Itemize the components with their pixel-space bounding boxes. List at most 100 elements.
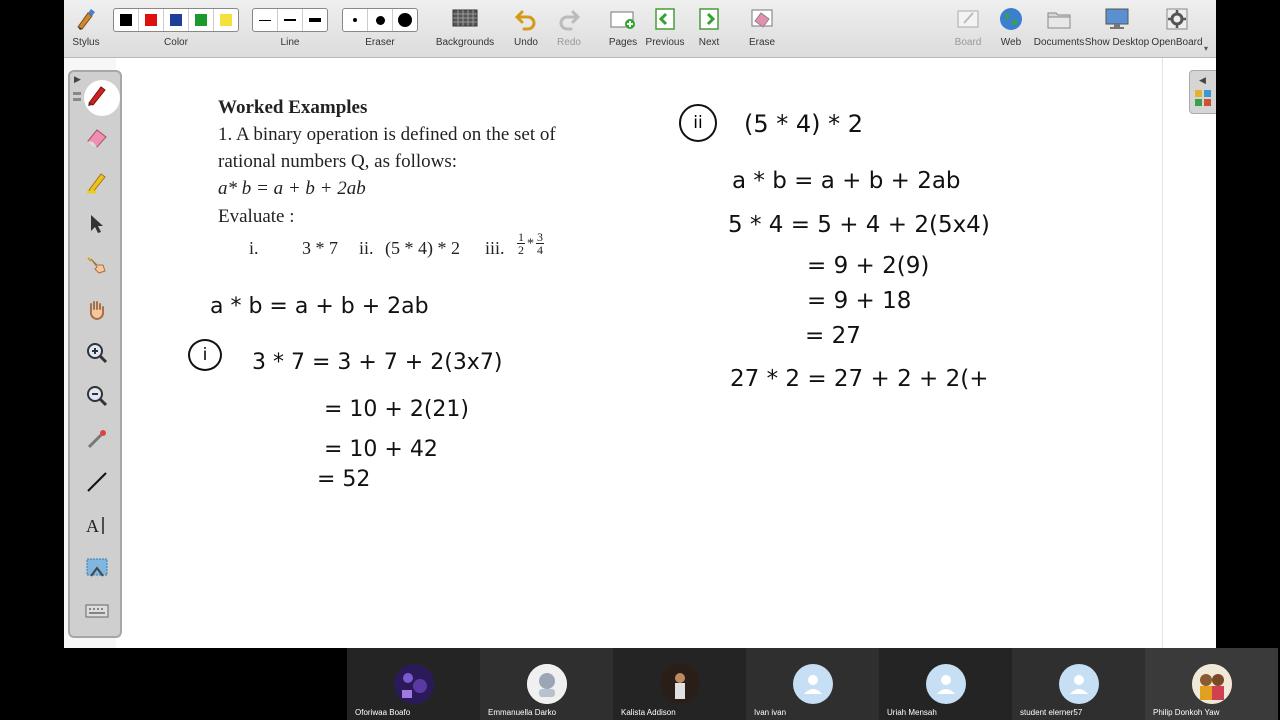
person-icon: [926, 664, 966, 704]
avatar: [394, 664, 434, 704]
participant-name: Ivan ivan: [754, 708, 787, 717]
item-i-expression: 3 * 7: [302, 238, 338, 258]
eraser-tool[interactable]: [83, 126, 111, 154]
handwritten-step-2-left: = 10 + 2(21): [324, 397, 469, 422]
menu-dropdown-icon[interactable]: ▾: [1204, 44, 1208, 53]
show-desktop-label: Show Desktop: [1084, 37, 1150, 48]
participants-strip: Oforiwaa Boafo Emmanuella Darko Kalista …: [347, 648, 1280, 720]
color-black[interactable]: [114, 9, 139, 31]
arrow-pointer-icon: [87, 213, 107, 240]
participant-name: Emmanuella Darko: [488, 708, 557, 717]
participant-tile[interactable]: Kalista Addison: [613, 648, 746, 720]
laser-pointer-tool[interactable]: [83, 427, 111, 455]
next-button[interactable]: Next: [692, 4, 726, 54]
hand-tool[interactable]: [83, 298, 111, 326]
keyboard-tool[interactable]: [83, 599, 111, 627]
line-thick[interactable]: [303, 9, 327, 31]
pen-icon: [84, 81, 110, 112]
highlighter-tool[interactable]: [83, 169, 111, 197]
line-label: Line: [280, 37, 300, 48]
worked-examples-heading: Worked Examples: [218, 97, 368, 118]
folder-icon: [1046, 6, 1072, 32]
pointing-hand-icon: [85, 255, 109, 284]
handwritten-step-3-right: = 9 + 18: [807, 288, 912, 314]
handwritten-step-1-left: 3 * 7 = 3 + 7 + 2(3x7): [252, 350, 503, 375]
line-medium[interactable]: [278, 9, 303, 31]
color-blue[interactable]: [164, 9, 189, 31]
board-label: Board: [954, 37, 982, 48]
erase-label: Erase: [748, 37, 776, 48]
stylus-palette: ▶ A: [68, 70, 122, 638]
fraction-one-half: 12: [517, 230, 525, 257]
handwritten-step-3-left: = 10 + 42: [324, 437, 438, 462]
openboard-label: OpenBoard: [1151, 37, 1203, 48]
laser-pointer-icon: [85, 427, 109, 456]
participant-tile[interactable]: Oforiwaa Boafo: [347, 648, 480, 720]
participant-tile[interactable]: student elerner57: [1012, 648, 1145, 720]
color-red[interactable]: [139, 9, 164, 31]
operation-definition: a* b = a + b + 2ab: [218, 178, 366, 199]
participant-tile[interactable]: Philip Donkoh Yaw: [1145, 648, 1278, 720]
drag-handle-icon[interactable]: [73, 90, 81, 106]
eraser-label: Eraser: [365, 37, 395, 48]
participant-name: Philip Donkoh Yaw: [1153, 708, 1220, 717]
board-canvas[interactable]: [64, 58, 1216, 648]
web-button[interactable]: Web: [996, 4, 1026, 54]
color-green[interactable]: [189, 9, 214, 31]
openboard-menu-button[interactable]: OpenBoard: [1151, 4, 1203, 54]
line-thin[interactable]: [253, 9, 278, 31]
participant-name: Kalista Addison: [621, 708, 676, 717]
participant-tile[interactable]: Uriah Mensah: [879, 648, 1012, 720]
pages-label: Pages: [608, 37, 638, 48]
library-panel-tab[interactable]: ◀: [1189, 70, 1216, 114]
globe-icon: [998, 6, 1024, 32]
eraser-large[interactable]: [393, 9, 417, 31]
capture-tool[interactable]: [83, 556, 111, 584]
capture-icon: [85, 556, 109, 585]
redo-button[interactable]: Redo: [553, 4, 585, 54]
stylus-icon: [73, 6, 99, 32]
person-icon: [793, 664, 833, 704]
stylus-label: Stylus: [72, 37, 100, 48]
line-width-selector: [252, 8, 328, 32]
avatar: [660, 664, 700, 704]
collapse-arrow-icon[interactable]: ▶: [74, 74, 81, 85]
show-desktop-button[interactable]: Show Desktop: [1084, 4, 1150, 54]
monitor-icon: [1104, 6, 1130, 32]
avatar: [1192, 664, 1232, 704]
stylus-button[interactable]: Stylus: [68, 4, 104, 54]
backgrounds-button[interactable]: Backgrounds: [434, 4, 496, 54]
keyboard-icon: [85, 603, 109, 624]
undo-label: Undo: [514, 37, 538, 48]
participant-name: Oforiwaa Boafo: [355, 708, 411, 717]
handwritten-step-4-right: = 27: [805, 323, 861, 349]
handwritten-marker-ii: ii: [679, 104, 717, 142]
color-yellow[interactable]: [214, 9, 238, 31]
eraser-medium[interactable]: [368, 9, 393, 31]
text-tool[interactable]: A: [83, 513, 111, 541]
previous-page-icon: [652, 6, 678, 32]
handwritten-step-2-right: = 9 + 2(9): [807, 253, 930, 279]
board-button[interactable]: Board: [952, 4, 984, 54]
select-tool[interactable]: [83, 212, 111, 240]
zoom-out-tool[interactable]: [83, 384, 111, 412]
previous-button[interactable]: Previous: [646, 4, 684, 54]
board-icon: [955, 6, 981, 32]
erase-button[interactable]: Erase: [746, 4, 778, 54]
participant-tile[interactable]: Emmanuella Darko: [480, 648, 613, 720]
person-icon: [1059, 664, 1099, 704]
line-tool[interactable]: [83, 470, 111, 498]
highlighter-icon: [84, 168, 110, 199]
eraser-small[interactable]: [343, 9, 368, 31]
pen-tool[interactable]: [83, 82, 111, 110]
participant-tile[interactable]: Ivan ivan: [746, 648, 879, 720]
undo-button[interactable]: Undo: [510, 4, 542, 54]
interact-tool[interactable]: [83, 255, 111, 283]
zoom-out-icon: [85, 384, 109, 413]
documents-button[interactable]: Documents: [1034, 4, 1084, 54]
zoom-in-tool[interactable]: [83, 341, 111, 369]
handwritten-step-4-left: = 52: [317, 467, 371, 492]
color-label: Color: [164, 37, 188, 48]
eraser-icon: [84, 125, 110, 156]
pages-button[interactable]: Pages: [606, 4, 640, 54]
